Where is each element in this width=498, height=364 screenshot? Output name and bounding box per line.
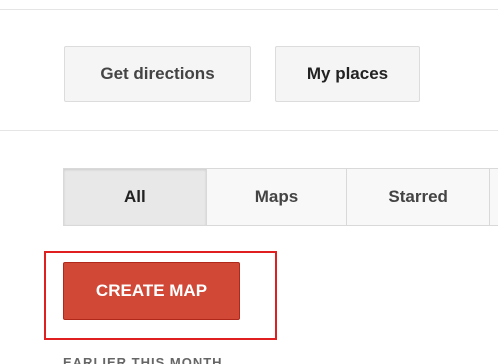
tab-maps[interactable]: Maps [207,169,348,225]
section-divider [0,130,498,131]
my-places-button[interactable]: My places [275,46,420,102]
filter-tabs: All Maps Starred [63,168,498,226]
tab-overflow[interactable] [490,169,498,225]
top-divider [0,9,498,10]
get-directions-button[interactable]: Get directions [64,46,251,102]
tab-starred[interactable]: Starred [347,169,491,225]
tab-all[interactable]: All [64,169,207,225]
section-heading: EARLIER THIS MONTH [63,355,223,364]
create-map-button[interactable]: CREATE MAP [63,262,240,320]
